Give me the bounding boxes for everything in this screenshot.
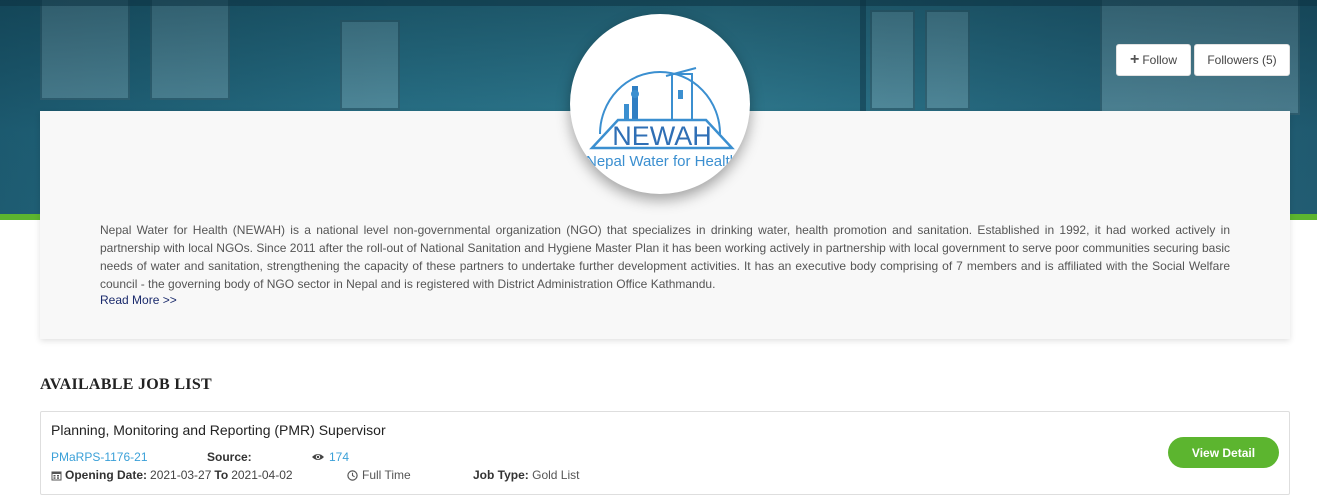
job-list-title: AVAILABLE JOB LIST: [40, 376, 212, 393]
followers-label: Followers (5): [1207, 53, 1277, 67]
source-label: Source:: [207, 450, 252, 464]
job-type-value: Gold List: [532, 468, 580, 482]
opening-label: Opening Date:: [65, 468, 148, 482]
view-detail-button[interactable]: View Detail: [1168, 437, 1279, 468]
views-count: 174: [311, 450, 349, 464]
svg-text:NEWAH: NEWAH: [612, 121, 712, 151]
company-description: Nepal Water for Health (NEWAH) is a nati…: [100, 223, 1230, 291]
to-label: To: [214, 468, 229, 482]
follow-label: Follow: [1142, 53, 1178, 67]
svg-text:Nepal Water for Health: Nepal Water for Health: [586, 153, 738, 170]
closing-date: 2021-04-02: [231, 468, 293, 482]
clock-icon: [347, 469, 358, 481]
opening-date: 2021-03-27: [150, 468, 212, 482]
calendar-icon: [51, 471, 62, 480]
views-value: 174: [329, 450, 350, 464]
job-code[interactable]: PMaRPS-1176-21: [51, 450, 148, 464]
plus-icon: +: [1129, 51, 1140, 68]
job-type-label: Job Type:: [473, 468, 529, 482]
followers-button[interactable]: Followers (5): [1194, 44, 1290, 76]
read-more-link[interactable]: Read More >>: [100, 293, 177, 307]
job-time: Full Time: [347, 468, 411, 482]
job-time-value: Full Time: [362, 468, 411, 482]
follow-button[interactable]: + Follow: [1116, 44, 1191, 76]
job-card[interactable]: Planning, Monitoring and Reporting (PMR)…: [40, 411, 1290, 495]
eye-icon: [312, 454, 324, 460]
newah-logo-icon: NEWAH Nepal Water for Health: [586, 67, 738, 170]
company-logo: NEWAH Nepal Water for Health: [570, 14, 750, 194]
job-type: Job Type: Gold List: [473, 468, 579, 482]
opening-dates: Opening Date: 2021-03-27 To 2021-04-02: [51, 468, 293, 482]
job-title[interactable]: Planning, Monitoring and Reporting (PMR)…: [51, 422, 386, 438]
